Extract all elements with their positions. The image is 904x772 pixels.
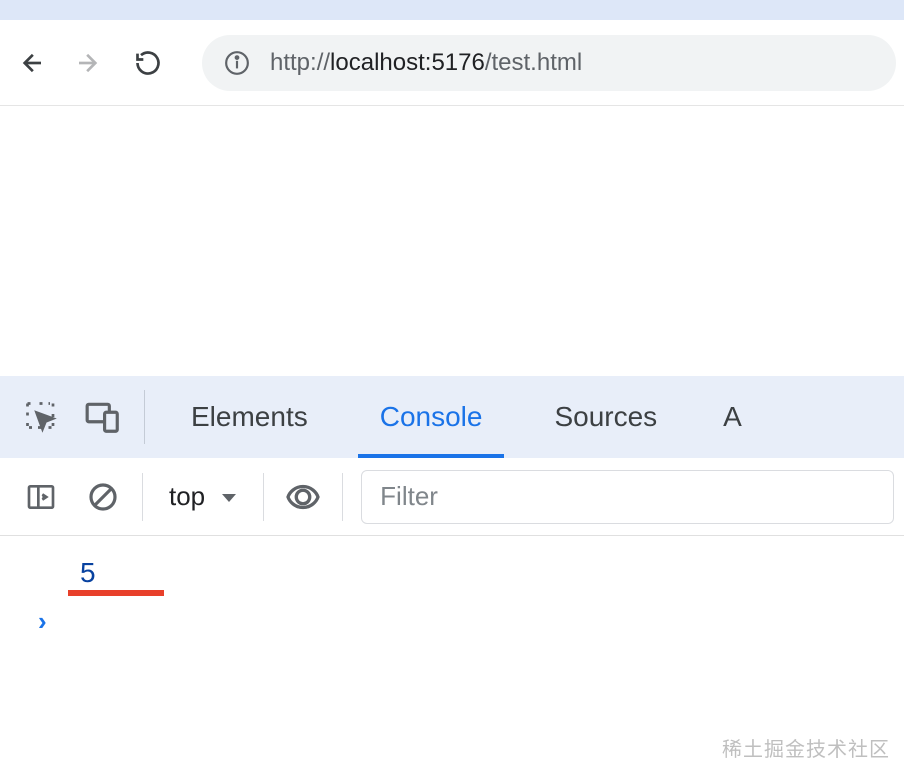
tab-sources[interactable]: Sources	[518, 376, 693, 458]
chevron-down-icon	[221, 481, 237, 512]
address-bar[interactable]: http://localhost:5176/test.html	[202, 35, 896, 91]
browser-chrome-top	[0, 0, 904, 20]
url-text: http://localhost:5176/test.html	[270, 49, 582, 77]
url-host: localhost:5176	[330, 49, 485, 76]
divider	[342, 473, 343, 521]
devtools-tab-bar: Elements Console Sources A	[0, 376, 904, 458]
sidebar-toggle-icon[interactable]	[10, 466, 72, 528]
site-info-icon[interactable]	[224, 50, 250, 76]
console-output: 5 ›	[0, 536, 904, 665]
tab-label: Elements	[191, 401, 308, 433]
clear-console-icon[interactable]	[72, 466, 134, 528]
page-viewport	[0, 106, 904, 376]
tab-elements[interactable]: Elements	[155, 376, 344, 458]
tab-label: Console	[380, 401, 483, 433]
back-button[interactable]	[8, 37, 60, 89]
context-label: top	[169, 481, 205, 512]
prompt-symbol: ›	[38, 606, 47, 636]
watermark: 稀土掘金技术社区	[722, 733, 890, 762]
tab-label: Sources	[554, 401, 657, 433]
value-text: 5	[80, 557, 96, 588]
device-toggle-icon[interactable]	[72, 386, 134, 448]
console-number-value: 5	[80, 552, 96, 594]
inspect-element-icon[interactable]	[10, 386, 72, 448]
reload-button[interactable]	[122, 37, 174, 89]
filter-input[interactable]	[361, 470, 894, 524]
url-path: /test.html	[485, 49, 582, 76]
highlight-underline	[68, 590, 164, 596]
divider	[263, 473, 264, 521]
tab-console[interactable]: Console	[344, 376, 519, 458]
console-log-line: 5	[0, 552, 904, 594]
console-prompt[interactable]: ›	[0, 594, 904, 649]
live-expression-icon[interactable]	[272, 466, 334, 528]
divider	[144, 390, 145, 444]
tab-overflow: A	[693, 401, 742, 433]
execution-context-selector[interactable]: top	[151, 481, 255, 512]
url-scheme: http://	[270, 49, 330, 76]
console-toolbar: top	[0, 458, 904, 536]
browser-toolbar: http://localhost:5176/test.html	[0, 20, 904, 106]
forward-button[interactable]	[60, 37, 112, 89]
divider	[142, 473, 143, 521]
